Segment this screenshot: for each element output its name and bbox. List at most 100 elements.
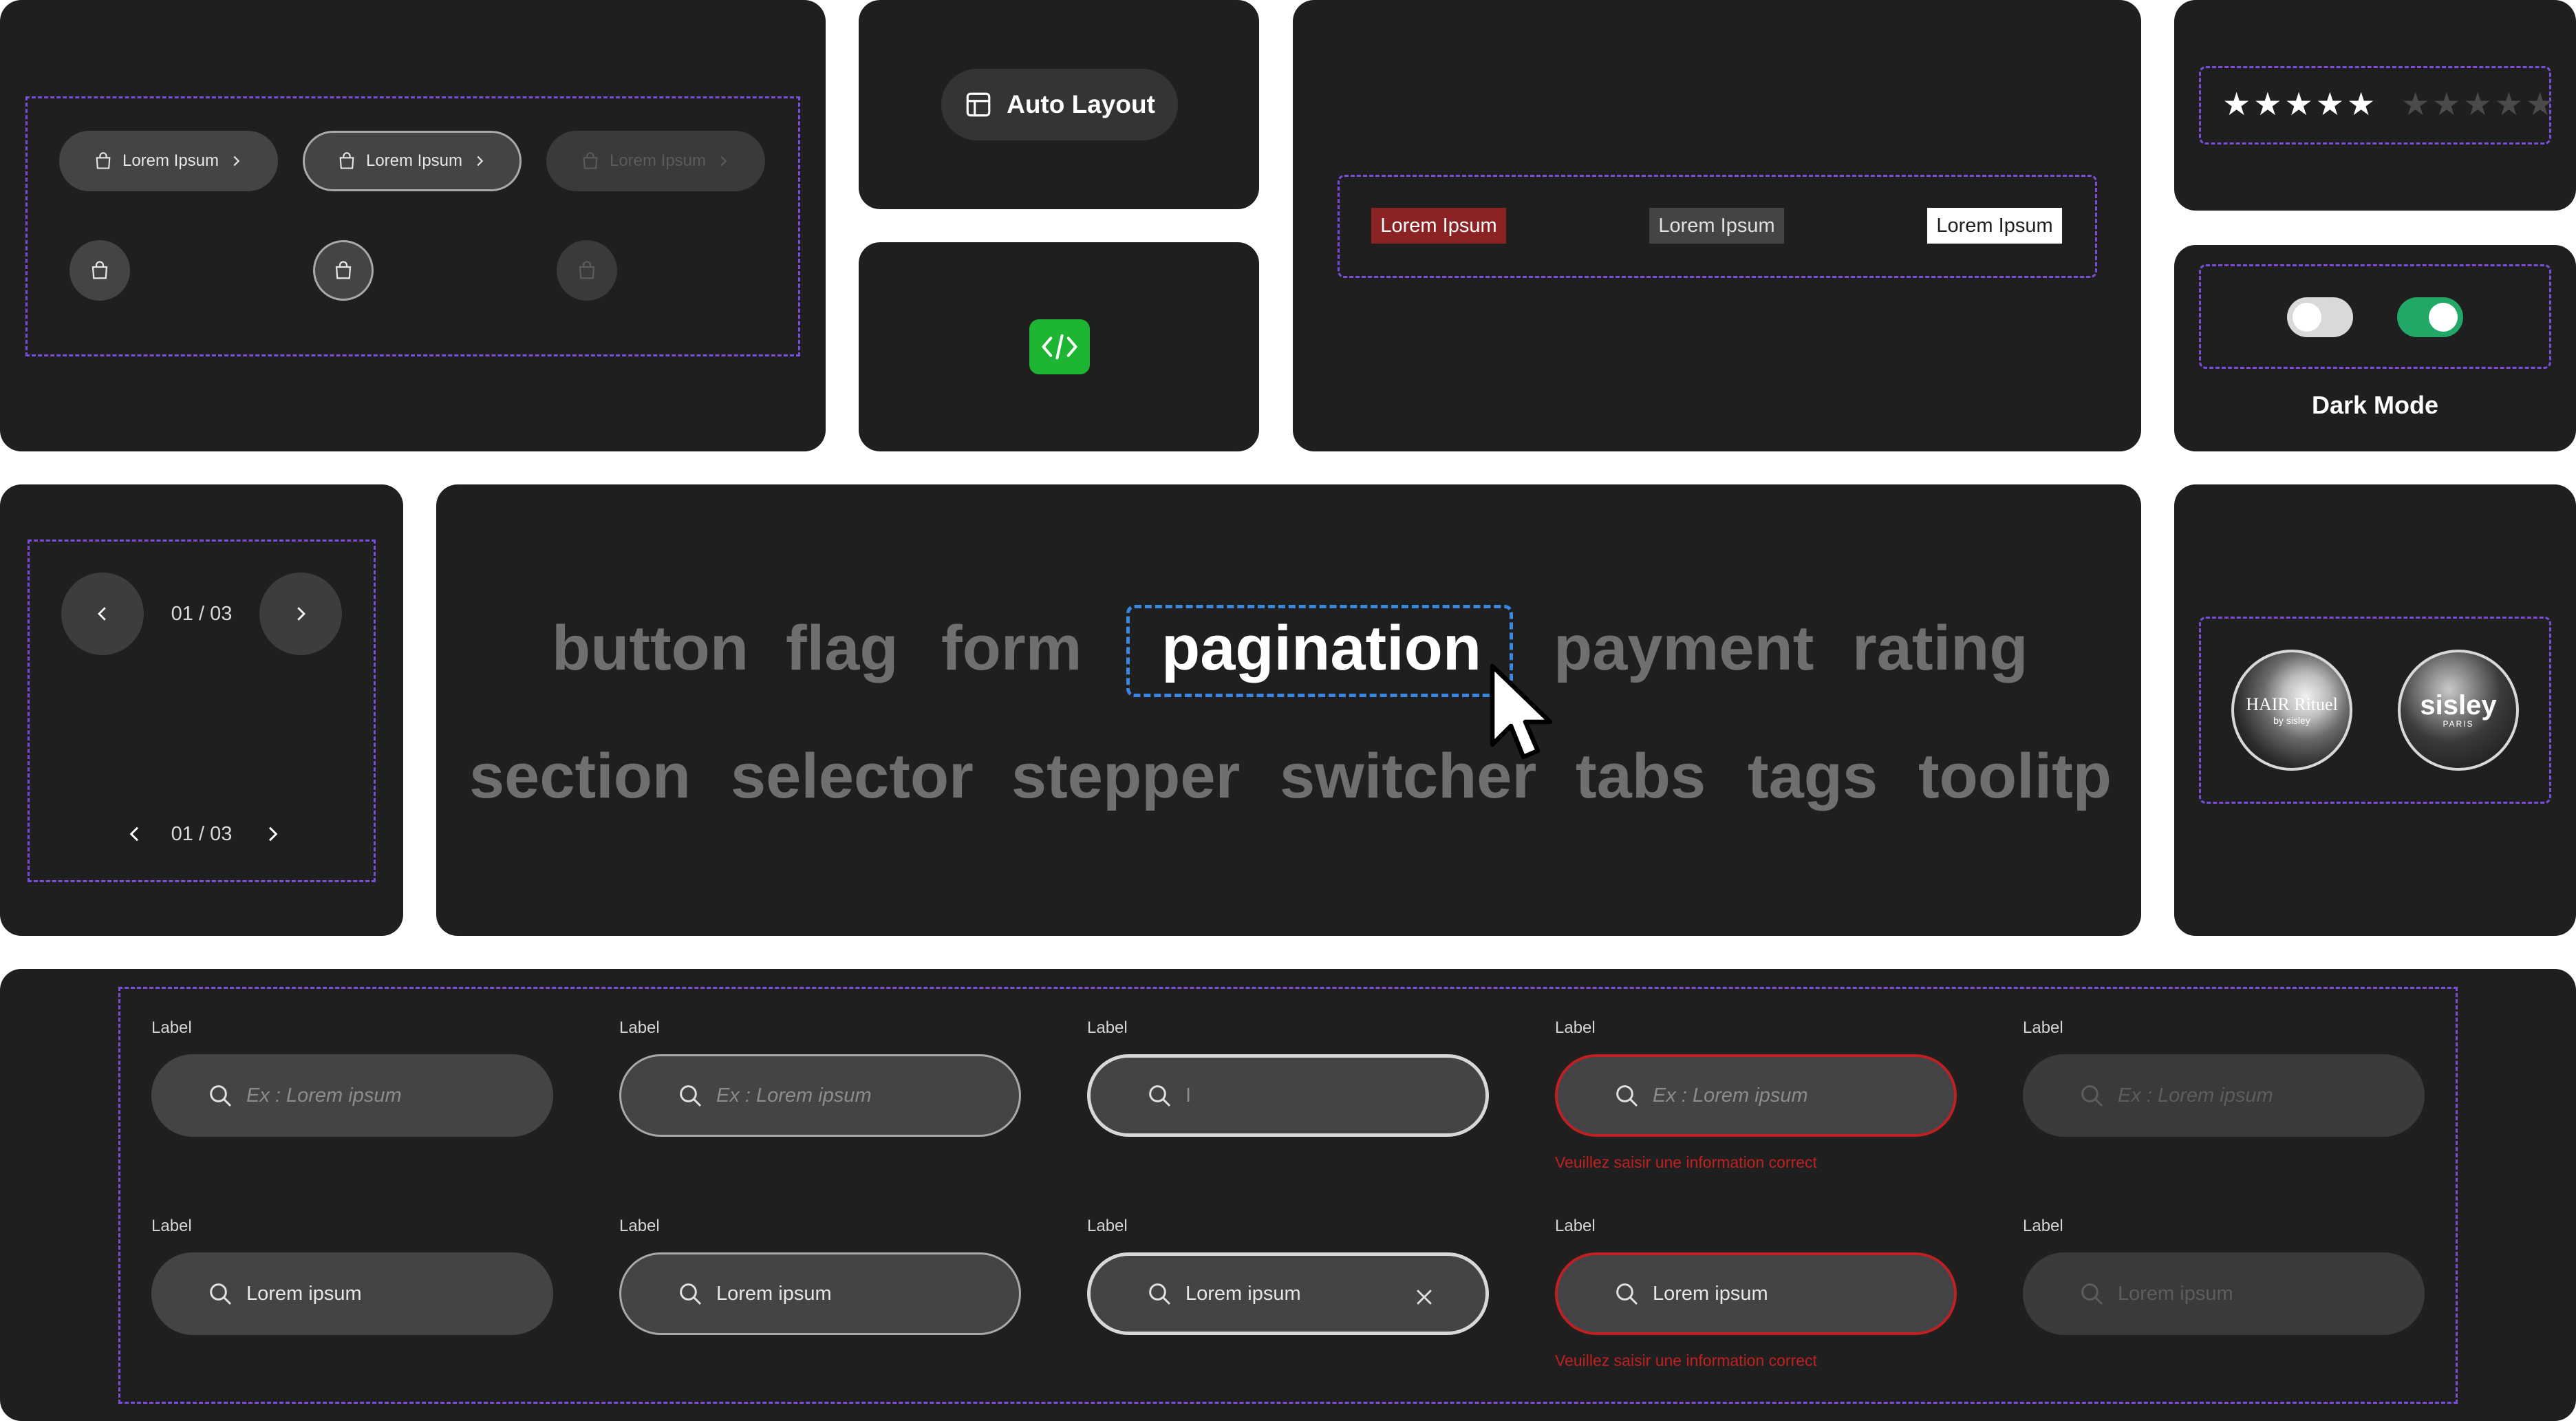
component-section[interactable]: section xyxy=(469,745,691,808)
search-icon xyxy=(2081,1283,2103,1305)
icon-button-disabled[interactable] xyxy=(557,240,617,301)
component-flag[interactable]: flag xyxy=(786,617,899,680)
search-value: Lorem ipsum xyxy=(2118,1282,2233,1305)
avatar-brand: sisley xyxy=(2420,690,2497,720)
shopping-bag-icon xyxy=(583,152,598,169)
shopping-bag-icon xyxy=(579,261,595,279)
search-field-disabled-filled[interactable]: Lorem ipsum xyxy=(2023,1252,2425,1335)
chevron-left-icon xyxy=(129,826,139,842)
search-field-hover-filled[interactable]: Lorem ipsum xyxy=(619,1252,1021,1335)
search-field-default-empty[interactable]: Ex : Lorem ipsum xyxy=(151,1054,553,1137)
field-label: Label xyxy=(151,1217,192,1235)
inputs-frame xyxy=(118,987,2458,1404)
field-label: Label xyxy=(1555,1217,1596,1235)
component-stepper[interactable]: stepper xyxy=(1011,745,1240,808)
icon-button-default[interactable] xyxy=(69,240,130,301)
avatar-sub: PARIS xyxy=(2443,719,2474,729)
search-icon xyxy=(1616,1283,1638,1305)
search-field-hover-empty[interactable]: Ex : Lorem ipsum xyxy=(619,1054,1021,1137)
search-icon xyxy=(210,1085,232,1107)
toggle-on[interactable] xyxy=(2397,297,2463,337)
search-icon xyxy=(1149,1085,1171,1107)
auto-layout-pill[interactable]: Auto Layout xyxy=(941,69,1178,140)
switcher-frame xyxy=(2199,264,2551,369)
component-form[interactable]: form xyxy=(941,617,1082,680)
search-icon xyxy=(1616,1085,1638,1107)
field-label: Label xyxy=(619,1018,660,1037)
search-placeholder: Ex : Lorem ipsum xyxy=(2118,1084,2273,1107)
flag-label: Lorem Ipsum xyxy=(1380,214,1497,237)
component-rating[interactable]: rating xyxy=(1852,617,2028,680)
avatar-brand: HAIR Rituel xyxy=(2246,694,2338,714)
component-toolitp[interactable]: toolitp xyxy=(1918,745,2112,808)
search-icon xyxy=(210,1283,232,1305)
search-icon xyxy=(680,1283,702,1305)
field-label: Label xyxy=(2023,1018,2063,1037)
prev-page-button[interactable] xyxy=(61,573,144,655)
shopping-bag-icon xyxy=(339,152,354,169)
field-label: Label xyxy=(1087,1018,1128,1037)
chevron-right-icon xyxy=(233,156,240,167)
icon-button-outlined[interactable] xyxy=(313,240,374,301)
component-tags[interactable]: tags xyxy=(1748,745,1878,808)
field-label: Label xyxy=(1555,1018,1596,1037)
component-button[interactable]: button xyxy=(552,617,749,680)
shopping-bag-icon xyxy=(92,261,108,279)
code-icon xyxy=(1042,334,1077,360)
components-card xyxy=(436,484,2141,936)
search-value: Lorem ipsum xyxy=(716,1282,832,1305)
pill-button-outlined[interactable]: Lorem Ipsum xyxy=(303,131,522,191)
field-label: Label xyxy=(2023,1217,2063,1235)
pill-button-default[interactable]: Lorem Ipsum xyxy=(59,131,278,191)
search-icon xyxy=(680,1085,702,1107)
pill-button-label: Lorem Ipsum xyxy=(122,151,219,170)
flag-label: Lorem Ipsum xyxy=(1936,214,2053,237)
search-field-error-empty[interactable]: Ex : Lorem ipsum xyxy=(1555,1054,1957,1137)
search-field-default-filled[interactable]: Lorem ipsum xyxy=(151,1252,553,1335)
toggle-knob xyxy=(2293,303,2321,332)
rating-empty[interactable]: ★★★★★ xyxy=(2401,85,2557,122)
component-selector[interactable]: selector xyxy=(731,745,974,808)
error-message: Veuillez saisir une information correct xyxy=(1555,1153,1817,1171)
search-field-focus-filled[interactable]: Lorem ipsum xyxy=(1087,1252,1489,1335)
toggle-knob xyxy=(2429,303,2458,332)
search-value: Lorem ipsum xyxy=(1653,1282,1768,1305)
search-field-error-filled[interactable]: Lorem ipsum xyxy=(1555,1252,1957,1335)
field-label: Label xyxy=(151,1018,192,1037)
pill-button-label: Lorem Ipsum xyxy=(365,151,463,170)
shopping-bag-icon xyxy=(335,261,352,279)
component-payment[interactable]: payment xyxy=(1554,617,1814,680)
search-field-disabled-empty[interactable]: Ex : Lorem ipsum xyxy=(2023,1054,2425,1137)
code-badge[interactable] xyxy=(1029,319,1090,374)
search-placeholder: Ex : Lorem ipsum xyxy=(716,1084,872,1107)
component-tabs[interactable]: tabs xyxy=(1576,745,1706,808)
search-icon xyxy=(2081,1085,2103,1107)
avatar-hair-rituel[interactable]: HAIR Rituel by sisley xyxy=(2231,650,2352,771)
chevron-right-icon xyxy=(477,156,484,167)
flag-label: Lorem Ipsum xyxy=(1658,214,1775,237)
search-value: Lorem ipsum xyxy=(1185,1282,1301,1305)
chevron-right-icon xyxy=(297,607,305,621)
toggle-off[interactable] xyxy=(2287,297,2353,337)
rating-filled[interactable]: ★★★★★ xyxy=(2222,85,2378,122)
component-pagination[interactable]: pagination xyxy=(1161,617,1481,680)
flag-grey: Lorem Ipsum xyxy=(1649,208,1784,244)
avatar-sisley[interactable]: sisley PARIS xyxy=(2398,650,2519,771)
search-value: Lorem ipsum xyxy=(246,1282,362,1305)
pill-button-disabled[interactable]: Lorem Ipsum xyxy=(546,131,765,191)
page-counter: 01 / 03 xyxy=(171,603,233,625)
next-page-button[interactable] xyxy=(259,573,342,655)
search-field-focus-typing[interactable]: I xyxy=(1087,1054,1489,1137)
next-page-small[interactable] xyxy=(261,823,283,845)
dark-mode-label: Dark Mode xyxy=(2311,391,2439,419)
search-caret-value: I xyxy=(1185,1084,1192,1107)
avatar-brand-text: HAIR Rituel by sisley xyxy=(2246,694,2338,726)
page-counter-small: 01 / 03 xyxy=(171,823,233,845)
chevron-left-icon xyxy=(98,607,106,621)
auto-layout-label: Auto Layout xyxy=(1007,90,1155,118)
field-label: Label xyxy=(619,1217,660,1235)
prev-page-small[interactable] xyxy=(124,823,146,845)
layout-icon xyxy=(966,92,991,117)
close-icon[interactable] xyxy=(1413,1285,1436,1309)
pill-button-label: Lorem Ipsum xyxy=(609,151,707,170)
